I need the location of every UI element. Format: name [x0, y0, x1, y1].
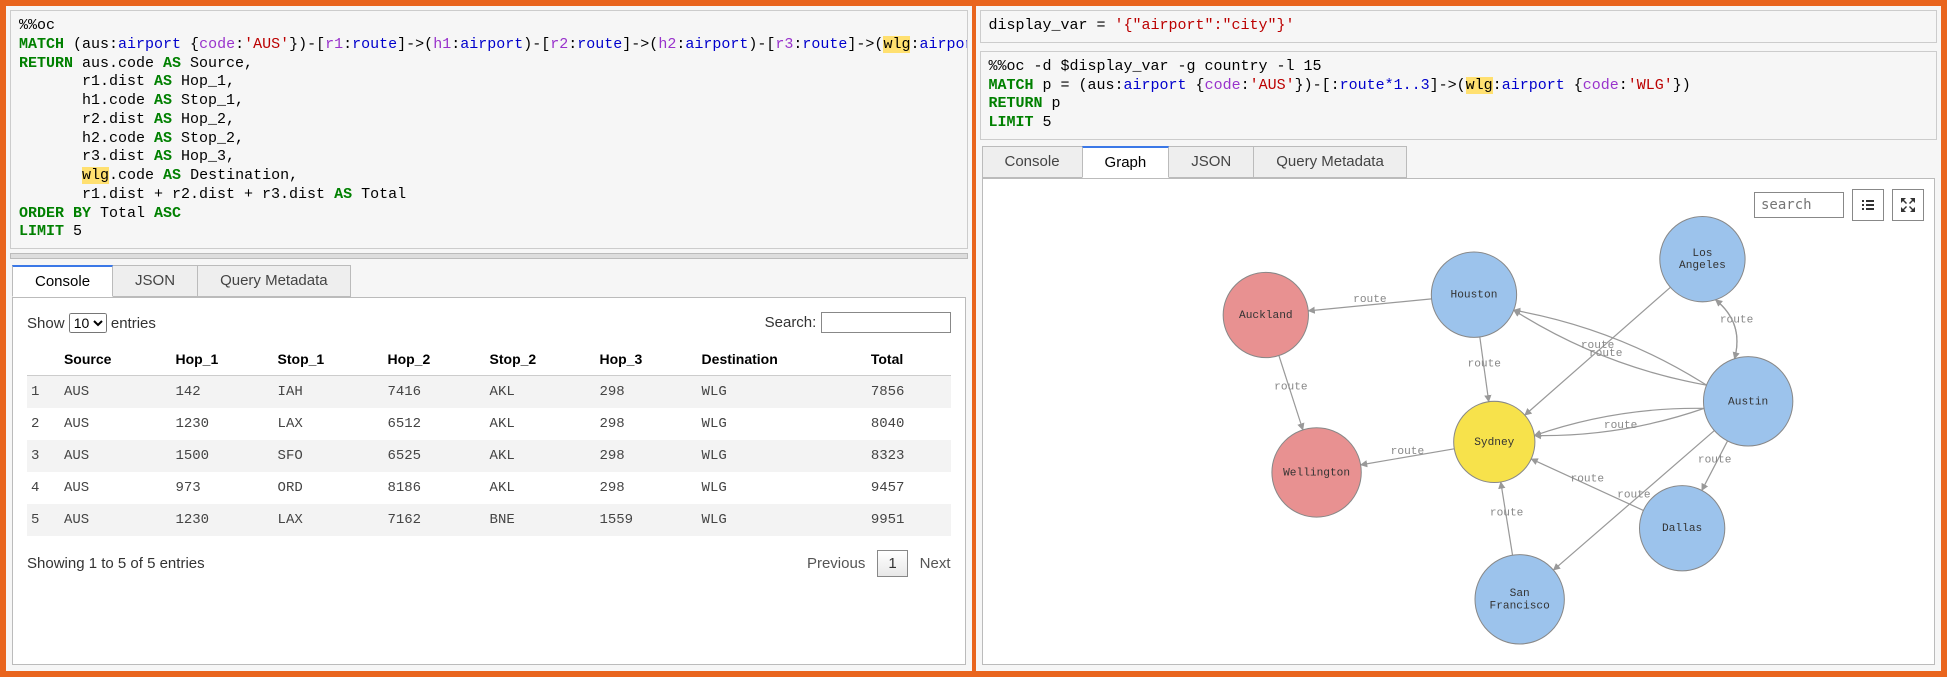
graph-output: route route route route route route route route… [982, 178, 1936, 665]
search-input[interactable] [821, 312, 951, 333]
edge-label: route [1580, 340, 1613, 352]
result-tabs-left: ConsoleJSONQuery Metadata [12, 265, 966, 297]
node-label: Houston [1450, 289, 1497, 301]
node-label: Dallas [1662, 523, 1702, 535]
next-button[interactable]: Next [920, 555, 951, 572]
edge-label: route [1617, 489, 1650, 501]
edge-label: route [1390, 446, 1423, 458]
edge-label: route [1603, 420, 1636, 432]
edge-label: route [1353, 294, 1386, 306]
code-cell-right-b[interactable]: %%oc -d $display_var -g country -l 15 MA… [980, 51, 1938, 140]
edge-label: route [1467, 358, 1500, 370]
page-number[interactable]: 1 [877, 550, 907, 577]
node-label: Los [1692, 248, 1712, 260]
node-label: Angeles [1679, 260, 1726, 272]
table-row: 4AUS973ORD8186AKL298WLG9457 [27, 472, 951, 504]
col-stop_1[interactable]: Stop_1 [274, 343, 384, 376]
col-total[interactable]: Total [867, 343, 951, 376]
edge [1715, 300, 1736, 359]
edge-label: route [1274, 381, 1307, 393]
edge-label: route [1697, 454, 1730, 466]
entries-select[interactable]: 10 [69, 313, 107, 333]
node-label: Auckland [1239, 310, 1293, 322]
col-hop_2[interactable]: Hop_2 [383, 343, 485, 376]
col-source[interactable]: Source [60, 343, 171, 376]
node-label: San [1509, 588, 1529, 600]
graph-canvas[interactable]: route route route route route route route route… [987, 183, 1931, 660]
table-row: 2AUS1230LAX6512AKL298WLG8040 [27, 408, 951, 440]
code-cell-left[interactable]: %%oc MATCH (aus:airport {code:'AUS'})-[r… [10, 10, 968, 249]
col-stop_2[interactable]: Stop_2 [486, 343, 596, 376]
horizontal-scrollbar[interactable] [10, 253, 968, 259]
tab-query-metadata[interactable]: Query Metadata [1253, 146, 1407, 178]
code-cell-right-a[interactable]: display_var = '{"airport":"city"}' [980, 10, 1938, 43]
entries-control: Show 10 entries [27, 313, 156, 333]
show-label-pre: Show [27, 315, 65, 332]
tab-console[interactable]: Console [12, 265, 113, 297]
graph-search-input[interactable] [1754, 192, 1844, 218]
right-pane: display_var = '{"airport":"city"}' %%oc … [974, 4, 1944, 673]
edge-label: route [1719, 314, 1752, 326]
previous-button[interactable]: Previous [807, 555, 865, 572]
search-label: Search: [765, 314, 817, 331]
node-label: Francisco [1489, 600, 1549, 612]
node-label: Austin [1728, 396, 1768, 408]
tab-json[interactable]: JSON [1168, 146, 1254, 178]
tab-graph[interactable]: Graph [1082, 146, 1170, 178]
list-icon[interactable] [1852, 189, 1884, 221]
node-label: Wellington [1283, 467, 1350, 479]
table-row: 3AUS1500SFO6525AKL298WLG8323 [27, 440, 951, 472]
edge [1715, 300, 1736, 359]
show-label-post: entries [111, 315, 156, 332]
left-pane: %%oc MATCH (aus:airport {code:'AUS'})-[r… [4, 4, 974, 673]
console-output: Show 10 entries Search: SourceHop_1Stop_… [12, 297, 966, 665]
result-tabs-right: ConsoleGraphJSONQuery Metadata [982, 146, 1936, 178]
pagination: Previous 1 Next [807, 550, 951, 577]
edge-label: route [1489, 507, 1522, 519]
node-label: Sydney [1474, 437, 1514, 449]
results-table: SourceHop_1Stop_1Hop_2Stop_2Hop_3Destina… [27, 343, 951, 536]
col-rownum[interactable] [27, 343, 60, 376]
fullscreen-icon[interactable] [1892, 189, 1924, 221]
search-control: Search: [765, 312, 951, 333]
tab-console[interactable]: Console [982, 146, 1083, 178]
table-row: 5AUS1230LAX7162BNE1559WLG9951 [27, 504, 951, 536]
table-info: Showing 1 to 5 of 5 entries [27, 555, 205, 572]
tab-query-metadata[interactable]: Query Metadata [197, 265, 351, 297]
col-destination[interactable]: Destination [698, 343, 867, 376]
col-hop_3[interactable]: Hop_3 [595, 343, 697, 376]
tab-json[interactable]: JSON [112, 265, 198, 297]
col-hop_1[interactable]: Hop_1 [171, 343, 273, 376]
table-row: 1AUS142IAH7416AKL298WLG7856 [27, 376, 951, 409]
edge-label: route [1570, 473, 1603, 485]
